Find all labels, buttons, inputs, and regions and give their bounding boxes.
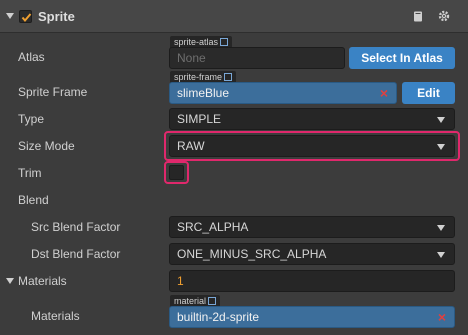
blend-label: Blend xyxy=(18,193,49,207)
type-select[interactable]: SIMPLE xyxy=(169,108,455,130)
clear-icon[interactable]: × xyxy=(380,86,388,100)
edit-button[interactable]: Edit xyxy=(402,82,455,104)
atlas-label: Atlas xyxy=(18,50,45,64)
checkmark-icon xyxy=(21,13,32,23)
sprite-frame-field[interactable]: slimeBlue × xyxy=(169,82,397,104)
materials-label: Materials xyxy=(18,274,67,288)
material-field[interactable]: builtin-2d-sprite × xyxy=(169,306,455,328)
material-value: builtin-2d-sprite xyxy=(177,310,260,324)
tag-text: sprite-atlas xyxy=(174,37,219,47)
size-mode-select[interactable]: RAW xyxy=(169,135,455,157)
dropdown-caret-icon xyxy=(437,117,445,123)
dropdown-caret-icon xyxy=(437,144,445,150)
dropdown-caret-icon xyxy=(437,225,445,231)
link-icon xyxy=(208,297,217,305)
materials-item-label: Materials xyxy=(31,309,80,323)
atlas-value: None xyxy=(177,51,206,65)
tag-text: material xyxy=(174,296,207,306)
trim-label: Trim xyxy=(18,166,42,180)
type-value: SIMPLE xyxy=(177,112,222,126)
link-icon xyxy=(220,38,229,46)
link-icon xyxy=(224,73,233,81)
select-in-atlas-button[interactable]: Select In Atlas xyxy=(349,47,455,69)
book-icon[interactable] xyxy=(413,11,423,22)
materials-count-field[interactable]: 1 xyxy=(169,270,455,292)
collapse-arrow-icon[interactable] xyxy=(6,13,14,19)
component-title: Sprite xyxy=(38,9,75,24)
size-mode-value: RAW xyxy=(177,139,205,153)
sprite-frame-label: Sprite Frame xyxy=(18,85,88,99)
src-blend-factor-select[interactable]: SRC_ALPHA xyxy=(169,216,455,238)
size-mode-label: Size Mode xyxy=(18,139,75,153)
atlas-field[interactable]: None xyxy=(169,47,345,69)
trim-checkbox[interactable] xyxy=(169,165,184,180)
materials-collapse-arrow-icon[interactable] xyxy=(6,278,14,284)
dst-blend-factor-label: Dst Blend Factor xyxy=(31,247,121,261)
src-blend-factor-label: Src Blend Factor xyxy=(31,220,121,234)
enable-checkbox[interactable] xyxy=(19,10,32,23)
dst-blend-factor-select[interactable]: ONE_MINUS_SRC_ALPHA xyxy=(169,243,455,265)
component-header: Sprite xyxy=(0,0,468,33)
gear-icon[interactable] xyxy=(438,10,450,22)
src-blend-factor-value: SRC_ALPHA xyxy=(177,220,249,234)
clear-icon[interactable]: × xyxy=(438,310,446,324)
materials-count-value: 1 xyxy=(177,274,184,288)
dst-blend-factor-value: ONE_MINUS_SRC_ALPHA xyxy=(177,247,327,261)
sprite-frame-value: slimeBlue xyxy=(177,86,230,100)
tag-text: sprite-frame xyxy=(174,72,223,82)
dropdown-caret-icon xyxy=(437,252,445,258)
type-label: Type xyxy=(18,112,45,126)
